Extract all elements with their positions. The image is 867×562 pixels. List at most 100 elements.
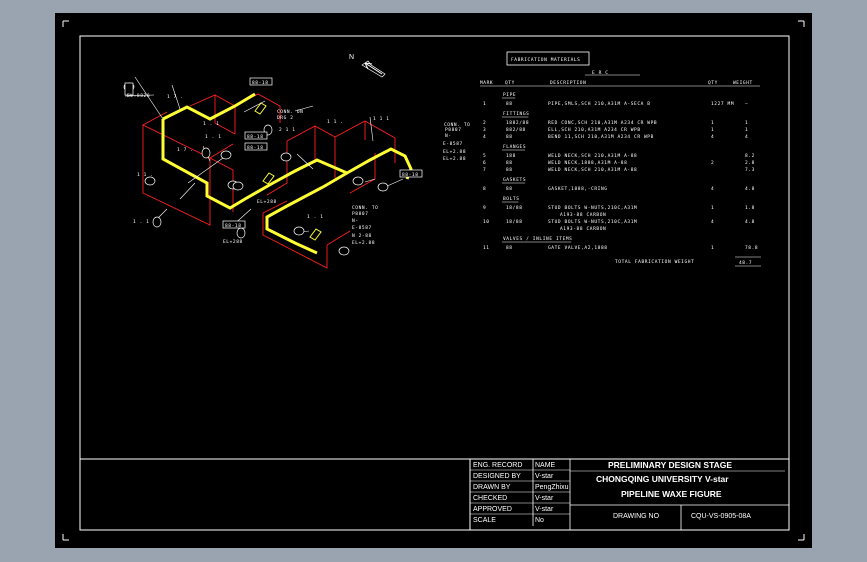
conn-bottom-label: CONN. TO xyxy=(352,205,378,211)
bom-header-weight: WEIGHT xyxy=(733,80,753,86)
dimension-mark: 1 1 . xyxy=(137,172,154,178)
bom-total-value: 48.7 xyxy=(739,260,752,266)
bom-section-title: FITTINGS xyxy=(503,111,529,117)
bom-row-weight: 78.8 xyxy=(745,245,758,251)
bom-row-mark: 7 xyxy=(483,167,486,173)
title-block-value: V-star xyxy=(535,495,554,502)
dimension-mark: 2 1 1 xyxy=(279,127,296,133)
conn-bottom-line1: P8807 xyxy=(352,211,369,217)
bom-row-qty: 18/88 xyxy=(506,219,523,225)
north-label: N xyxy=(349,54,354,61)
coord-top: EL+8828 xyxy=(127,93,150,99)
university-title: CHONGQING UNIVERSITY V-star xyxy=(596,474,729,484)
conn-left-line3: E-8587 xyxy=(443,141,463,147)
bom-row-mark: 3 xyxy=(483,127,486,133)
bom-total-label: TOTAL FABRICATION WEIGHT xyxy=(615,259,694,265)
bom-row-mark: 5 xyxy=(483,153,486,159)
bill-of-materials: E R C MARK QTY DESCRIPTION QTY WEIGHT PI… xyxy=(480,70,761,267)
figure-title: PIPELINE WAXE FIGURE xyxy=(621,489,722,499)
isometric-pipe-drawing xyxy=(123,76,423,269)
bom-row-weight: 4.8 xyxy=(745,219,755,225)
branch-pipe xyxy=(265,171,348,255)
bom-row-qty: 88 xyxy=(506,245,513,251)
bom-row-weight: 1.8 xyxy=(745,205,755,211)
bom-row-qty: 882/88 xyxy=(506,127,526,133)
bom-row-qty: 188 xyxy=(506,153,516,159)
bom-row-qty: 88 xyxy=(506,134,513,140)
bom-row-quantity: 4 xyxy=(711,219,714,225)
drawing-no-label: DRAWING NO xyxy=(613,513,660,520)
bom-row-weight: 7.3 xyxy=(745,167,755,173)
bom-row-mark: 4 xyxy=(483,134,486,140)
conn-left-line4: EL+2.88 xyxy=(443,149,466,155)
title-block-value: V-star xyxy=(535,506,554,513)
tag-box-2: 88-18 xyxy=(247,134,264,140)
bom-row-quantity: 1 xyxy=(711,120,714,126)
title-block-label: APPROVED xyxy=(473,506,512,513)
conn-bottom-line3: E-8587 xyxy=(352,225,372,231)
bom-row-mark: 1 xyxy=(483,101,486,107)
bom-row-weight: 1 xyxy=(745,120,748,126)
bom-row-weight: 1 xyxy=(745,127,748,133)
bom-row-mark: 2 xyxy=(483,120,486,126)
bom-section-title: BOLTS xyxy=(503,196,520,202)
conn-bottom-line4: N 2-88 xyxy=(352,233,372,239)
drawing-canvas: N FABRICATION MATERIALS E R C MARK QTY D… xyxy=(62,20,805,541)
title-block-label: CHECKED xyxy=(473,495,507,502)
coord-mid: EL+288 xyxy=(257,199,277,205)
bom-row-description: BEND 11,SCH 210,A31M A234 CR WPB xyxy=(548,134,654,140)
title-block-value: NAME xyxy=(535,462,556,469)
drawing-no-value: CQU-VS-0905-08A xyxy=(691,513,751,520)
bom-header-description: DESCRIPTION xyxy=(550,80,586,86)
bom-row-description: ELL,SCH 210,A31M A234 CR WPB xyxy=(548,127,641,133)
tag-box-3: 88-18 xyxy=(247,145,264,151)
bom-row-qty: 88 xyxy=(506,160,513,166)
title-block-label: DESIGNED BY xyxy=(473,473,521,480)
fabrication-materials-title: FABRICATION MATERIALS xyxy=(511,57,581,63)
bom-row-weight: 4.8 xyxy=(745,186,755,192)
bom-row-mark: 9 xyxy=(483,205,486,211)
dimension-mark: 1 7 . xyxy=(167,94,184,100)
conn-bottom-line2: N- xyxy=(352,218,359,224)
bom-row-description-cont: A193-88 CARBON xyxy=(560,212,606,218)
title-block-value: V-star xyxy=(535,473,554,480)
bom-row-quantity: 2 xyxy=(711,160,714,166)
title-block-label: SCALE xyxy=(473,517,496,524)
title-block-value: No xyxy=(535,517,544,524)
drawing-sheet: N FABRICATION MATERIALS E R C MARK QTY D… xyxy=(55,13,812,548)
title-block-rows: ENG. RECORD NAME DESIGNED BY V-star DRAWN BY… xyxy=(470,462,570,524)
bom-row-quantity: 1227 MM xyxy=(711,101,734,107)
drawing-border xyxy=(79,35,790,531)
north-arrow-icon xyxy=(361,60,386,78)
bom-row-description: STUD BOLTS W-NUTS,210C,A31M xyxy=(548,219,637,225)
bom-row-mark: 6 xyxy=(483,160,486,166)
bom-row-qty: 18/88 xyxy=(506,205,523,211)
dimension-mark: 1 1 . xyxy=(327,119,344,125)
bom-row-quantity: 4 xyxy=(711,134,714,140)
bom-row-description: WELD NECK,SCH 210,A31M A-88 xyxy=(548,167,637,173)
bom-section-title: VALVES / INLINE ITEMS xyxy=(503,236,573,242)
bom-row-mark: 11 xyxy=(483,245,490,251)
bom-row-qty: 88 xyxy=(506,101,513,107)
conn-left-line5: EL+2.88 xyxy=(443,156,466,162)
bom-header-qty: QTY xyxy=(505,80,515,86)
conn-left-line2: N- xyxy=(445,133,452,139)
tag-box-4: 88-18 xyxy=(402,172,419,178)
dimension-mark: 1 7 . xyxy=(177,147,194,153)
bom-row-quantity: 1 xyxy=(711,205,714,211)
bom-row-mark: 8 xyxy=(483,186,486,192)
conn-top-label: CONN. ON xyxy=(277,109,303,115)
dimension-mark: 1 1 1 xyxy=(373,116,390,122)
bom-row-description: STUD BOLTS W-NUTS,210C,A31M xyxy=(548,205,637,211)
bom-row-description: GASKET,1888,-CRING xyxy=(548,186,608,192)
dimension-mark: 1 . 1 xyxy=(307,214,324,220)
bom-row-qty: 88 xyxy=(506,186,513,192)
bom-row-weight: 8.2 xyxy=(745,153,755,159)
bom-row-quantity: 1 xyxy=(711,127,714,133)
item-balloons xyxy=(123,82,389,256)
bom-row-description-cont: A193-88 CARBON xyxy=(560,226,606,232)
dimension-mark: 1 . 1 xyxy=(133,219,150,225)
title-block-label: DRAWN BY xyxy=(473,484,511,491)
conn-bottom-line5: EL+2.88 xyxy=(352,240,375,246)
conn-top-sub: DRG 2 xyxy=(277,115,294,121)
